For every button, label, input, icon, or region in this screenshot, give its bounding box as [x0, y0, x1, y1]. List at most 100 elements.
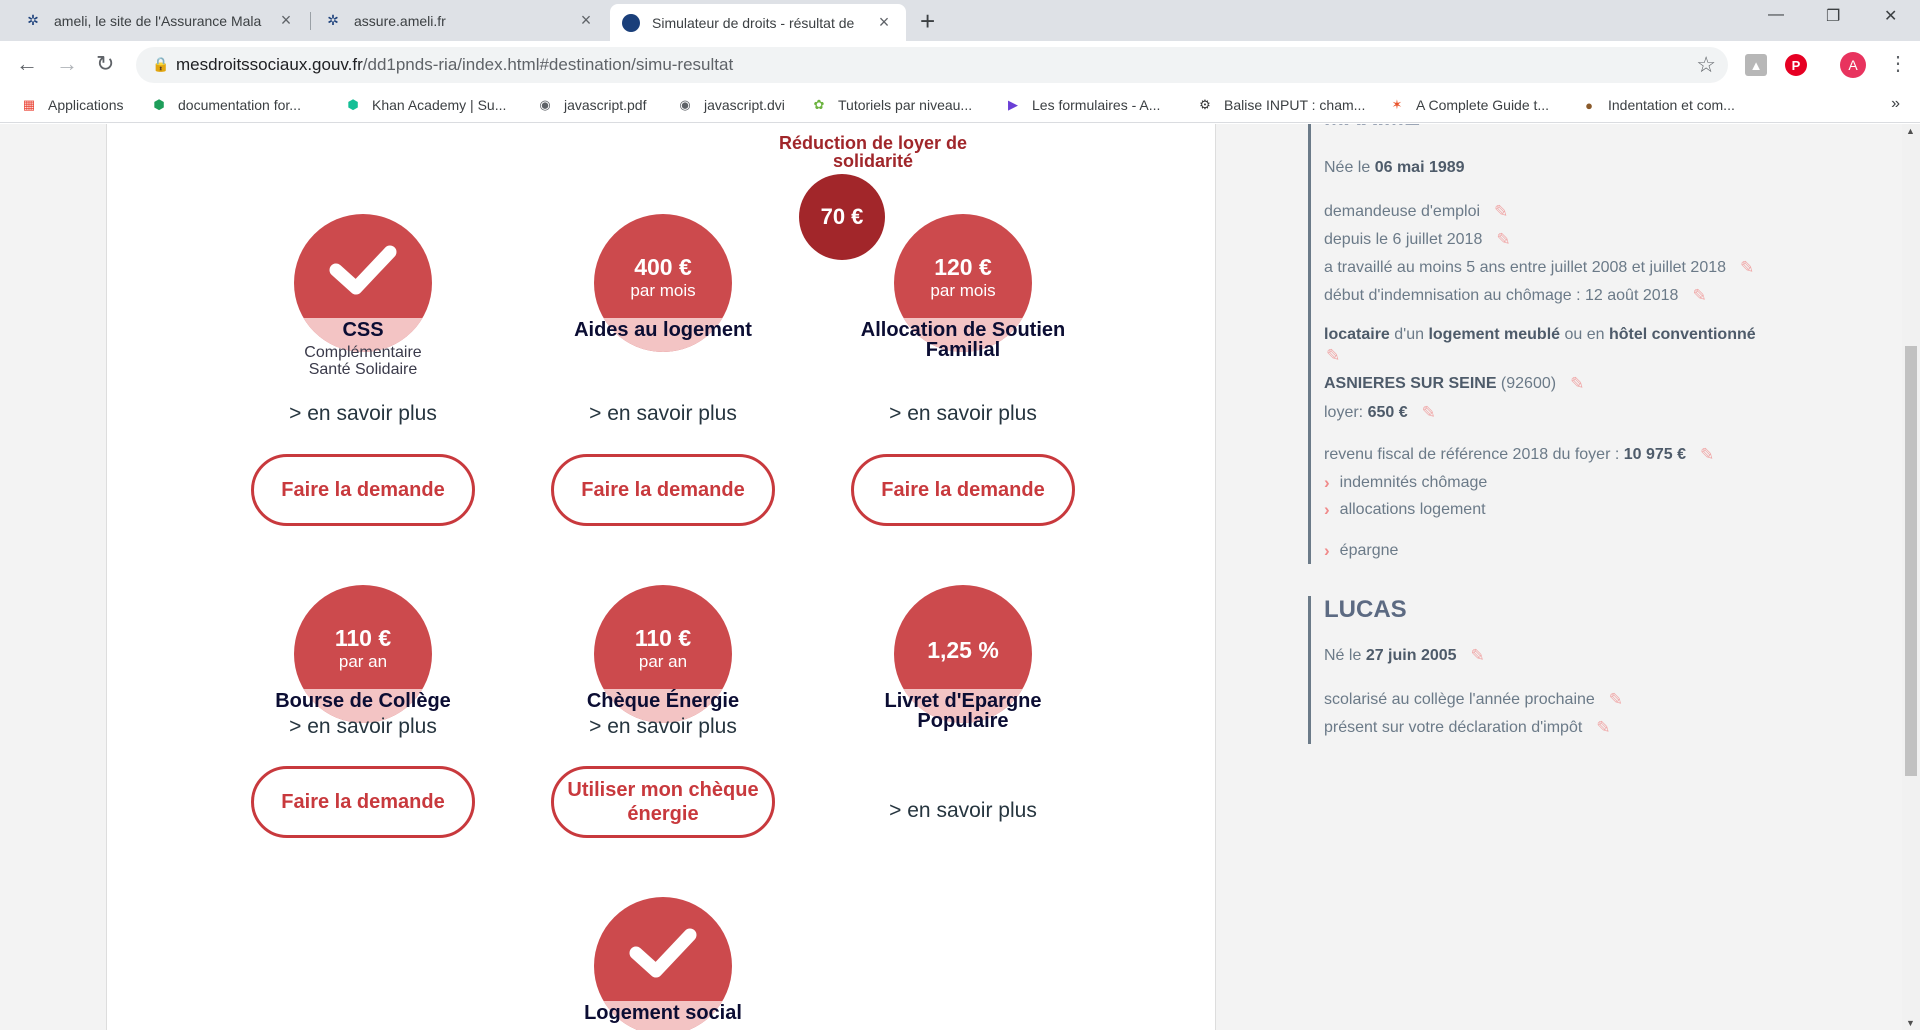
- bookmark-item[interactable]: ✶ A Complete Guide t...: [1388, 96, 1550, 114]
- benefit-bourse: 110 € par an Bourse de Collège > en savo…: [243, 585, 483, 765]
- edit-pencil-icon[interactable]: ✎: [1740, 258, 1754, 278]
- child-school-row: scolarisé au collège l'année prochaine ✎: [1324, 690, 1624, 710]
- bookmark-star-icon[interactable]: ☆: [1696, 52, 1716, 78]
- benefit-name: Allocation de Soutien Familial: [860, 319, 1066, 361]
- minimize-icon[interactable]: —: [1768, 6, 1784, 24]
- edit-pencil-icon[interactable]: ✎: [1471, 646, 1485, 666]
- forward-icon[interactable]: →: [56, 51, 78, 77]
- benefit-name: Bourse de Collège: [275, 690, 451, 712]
- page-viewport: Réduction de loyer de solidarité 70 € CS…: [0, 124, 1902, 1030]
- bookmark-item[interactable]: ▦ Applications: [20, 96, 124, 114]
- page-scrollbar[interactable]: ▲ ▼: [1902, 124, 1920, 1030]
- back-icon[interactable]: ←: [16, 51, 38, 77]
- bookmark-item[interactable]: ● Indentation et com...: [1580, 96, 1735, 114]
- reload-icon[interactable]: ↻: [96, 51, 114, 77]
- tab-ameli[interactable]: ✲ ameli, le site de l'Assurance Mala ×: [12, 0, 308, 41]
- child-name: LUCAS: [1324, 596, 1407, 623]
- indemnisation-row: début d'indemnisation au chômage : 12 ao…: [1324, 286, 1707, 306]
- learn-more-link[interactable]: > en savoir plus: [243, 402, 483, 426]
- tab-strip: ✲ ameli, le site de l'Assurance Mala × ✲…: [0, 0, 1920, 41]
- edit-pencil-icon[interactable]: ✎: [1700, 445, 1714, 465]
- tab-simulateur[interactable]: Simulateur de droits - résultat de ×: [610, 4, 906, 41]
- edit-pencil-icon[interactable]: ✎: [1570, 374, 1584, 394]
- benefit-name: Livret d'Epargne Populaire: [884, 690, 1042, 732]
- benefit-unit: par mois: [630, 281, 696, 300]
- benefit-unit: par an: [338, 652, 388, 671]
- benefit-unit: par an: [638, 652, 688, 671]
- income-item: › allocations logement: [1324, 500, 1486, 519]
- scrollbar-thumb[interactable]: [1905, 346, 1917, 776]
- rls-badge-overlay: 70 €: [799, 174, 885, 260]
- edit-pencil-icon[interactable]: ✎: [1326, 346, 1340, 366]
- bookmark-item[interactable]: ⚙ Balise INPUT : cham...: [1196, 96, 1365, 114]
- edit-pencil-icon[interactable]: ✎: [1596, 718, 1610, 738]
- close-icon[interactable]: ×: [576, 10, 596, 31]
- scroll-down-icon[interactable]: ▼: [1906, 1018, 1915, 1028]
- tab-assure[interactable]: ✲ assure.ameli.fr ×: [312, 0, 608, 41]
- scroll-up-icon[interactable]: ▲: [1906, 126, 1915, 136]
- address-bar[interactable]: 🔒 mesdroitssociaux.gouv.fr/dd1pnds-ria/i…: [136, 47, 1728, 83]
- bookmark-item[interactable]: ◉ javascript.pdf: [536, 96, 646, 114]
- rent-row: loyer: 650 € ✎: [1324, 403, 1436, 423]
- savings-row: › épargne: [1324, 541, 1399, 560]
- bookmark-item[interactable]: ◉ javascript.dvi: [676, 96, 785, 114]
- url-text[interactable]: mesdroitssociaux.gouv.fr/dd1pnds-ria/ind…: [176, 55, 733, 75]
- status-row: demandeuse d'emploi ✎: [1324, 202, 1509, 222]
- benefit-amount: 120 €: [934, 254, 992, 280]
- learn-more-link[interactable]: > en savoir plus: [843, 402, 1083, 426]
- more-bookmarks-icon[interactable]: »: [1891, 95, 1900, 113]
- benefit-unit: par mois: [930, 281, 996, 300]
- benefit-subtitle: Complémentaire Santé Solidaire: [304, 344, 422, 378]
- ameli-icon: ✲: [327, 12, 339, 28]
- edit-pencil-icon[interactable]: ✎: [1692, 286, 1706, 306]
- close-icon[interactable]: ×: [874, 12, 894, 33]
- tab-title: Simulateur de droits - résultat de: [652, 14, 855, 31]
- forms-icon: ▶: [1008, 97, 1018, 112]
- person-name: MAXIME: [1324, 124, 1420, 132]
- apply-button-bourse[interactable]: Faire la demande: [251, 766, 475, 838]
- edit-pencil-icon[interactable]: ✎: [1494, 202, 1508, 222]
- learn-more-link[interactable]: > en savoir plus: [843, 799, 1083, 823]
- tab-title: assure.ameli.fr: [354, 12, 446, 29]
- gear-icon: ⚙: [1199, 97, 1211, 112]
- edit-pencil-icon[interactable]: ✎: [1609, 690, 1623, 710]
- benefit-logement-social: Logement social: [543, 897, 783, 1030]
- globe-icon: [622, 13, 640, 32]
- apply-button-aides-logement[interactable]: Faire la demande: [551, 454, 775, 526]
- apply-button-css[interactable]: Faire la demande: [251, 454, 475, 526]
- bookmark-item[interactable]: ⬢ Khan Academy | Su...: [344, 96, 506, 114]
- bookmarks-bar: ▦ Applications ⬢ documentation for... ⬢ Kha…: [0, 89, 1920, 123]
- learn-more-link[interactable]: > en savoir plus: [543, 715, 783, 739]
- income-row: revenu fiscal de référence 2018 du foyer…: [1324, 445, 1715, 465]
- pinterest-icon[interactable]: P: [1785, 54, 1807, 76]
- new-tab-button[interactable]: +: [920, 6, 935, 37]
- bookmark-item[interactable]: ⬢ documentation for...: [150, 96, 301, 114]
- apply-button-asf[interactable]: Faire la demande: [851, 454, 1075, 526]
- globe-icon: ◉: [679, 97, 691, 112]
- tab-title: ameli, le site de l'Assurance Mala: [54, 12, 262, 29]
- work-history-row: a travaillé au moins 5 ans entre juillet…: [1324, 258, 1755, 278]
- use-cheque-button[interactable]: Utiliser mon chèque énergie: [551, 766, 775, 838]
- tab-separator: [310, 12, 311, 30]
- bookmark-item[interactable]: ▶ Les formulaires - A...: [1004, 96, 1160, 114]
- benefit-name: CSS: [342, 319, 384, 341]
- restore-icon[interactable]: ❐: [1826, 6, 1840, 26]
- chevron-right-icon: ›: [1324, 541, 1330, 560]
- menu-icon[interactable]: ⋮: [1888, 51, 1908, 76]
- benefit-lep: 1,25 % Livret d'Epargne Populaire > en s…: [843, 585, 1083, 855]
- chevron-right-icon: ›: [1324, 473, 1330, 492]
- pdf-extension-icon[interactable]: ▲: [1745, 54, 1767, 76]
- benefit-name: Aides au logement: [574, 319, 752, 341]
- close-window-icon[interactable]: ✕: [1884, 6, 1897, 26]
- income-item: › indemnités chômage: [1324, 473, 1488, 492]
- benefit-amount: 110 €: [634, 625, 692, 651]
- edit-pencil-icon[interactable]: ✎: [1496, 230, 1510, 250]
- learn-more-link[interactable]: > en savoir plus: [543, 402, 783, 426]
- benefit-amount: 110 €: [334, 625, 392, 651]
- benefit-amount: 1,25 %: [927, 637, 999, 663]
- edit-pencil-icon[interactable]: ✎: [1422, 403, 1436, 423]
- close-icon[interactable]: ×: [276, 10, 296, 31]
- avatar[interactable]: A: [1840, 52, 1866, 78]
- bookmark-item[interactable]: ✿ Tutoriels par niveau...: [810, 96, 973, 114]
- learn-more-link[interactable]: > en savoir plus: [243, 715, 483, 739]
